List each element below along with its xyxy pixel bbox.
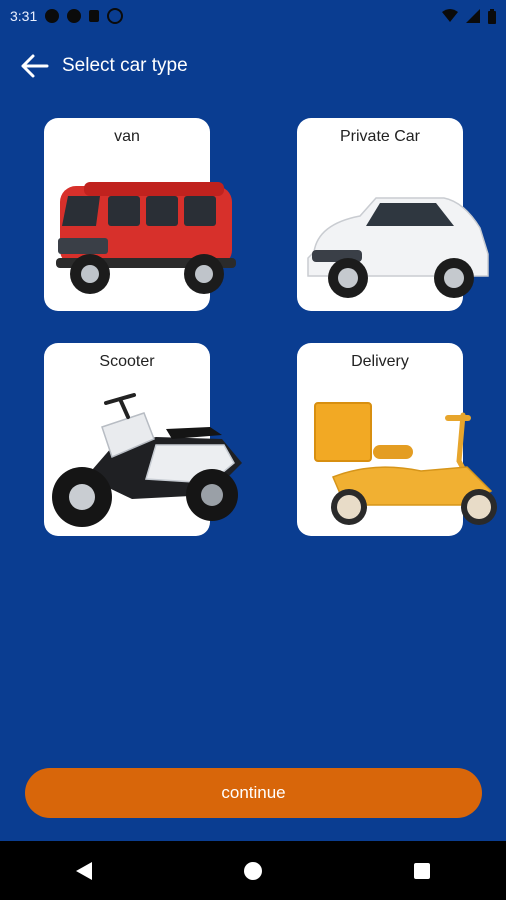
- system-nav-bar: [0, 841, 506, 900]
- vehicle-card-label: Delivery: [351, 353, 409, 370]
- battery-icon: [488, 8, 496, 24]
- sync-icon: [107, 8, 124, 24]
- vehicle-card-delivery[interactable]: Delivery: [297, 343, 497, 536]
- vehicle-card-scooter[interactable]: Scooter: [44, 343, 242, 536]
- vehicle-card-label: van: [114, 128, 140, 145]
- vehicle-card-private-car[interactable]: Private Car: [297, 118, 489, 311]
- page-title: Select car type: [62, 55, 188, 76]
- back-triangle-icon: [76, 861, 93, 880]
- vehicle-card-label: Private Car: [339, 128, 421, 145]
- signal-icon: [466, 9, 480, 23]
- status-right: [442, 8, 496, 24]
- back-button[interactable]: [10, 41, 60, 91]
- app-bar: Select car type: [0, 40, 506, 92]
- status-time: 3:31: [10, 8, 38, 24]
- white-suv-image: [307, 197, 489, 298]
- nav-home-button[interactable]: [223, 841, 283, 900]
- wifi-icon: [442, 9, 458, 22]
- nav-back-button[interactable]: [54, 841, 114, 900]
- sd-card-icon: [89, 10, 100, 22]
- notification-dot-icon: [45, 9, 60, 23]
- red-van-image: [56, 182, 236, 294]
- status-left: 3:31: [10, 8, 124, 24]
- motor-scooter-image: [52, 393, 242, 527]
- status-bar: 3:31: [0, 0, 506, 32]
- notification-dot-icon: [67, 9, 82, 23]
- vehicle-card-van[interactable]: van: [44, 118, 236, 311]
- vehicle-card-label: Scooter: [99, 353, 155, 370]
- arrow-left-icon: [21, 54, 49, 78]
- recents-square-icon: [413, 862, 430, 879]
- nav-recents-button[interactable]: [392, 841, 452, 900]
- yellow-delivery-vespa-image: [314, 402, 497, 525]
- continue-button[interactable]: continue: [25, 768, 482, 818]
- home-circle-icon: [243, 861, 262, 880]
